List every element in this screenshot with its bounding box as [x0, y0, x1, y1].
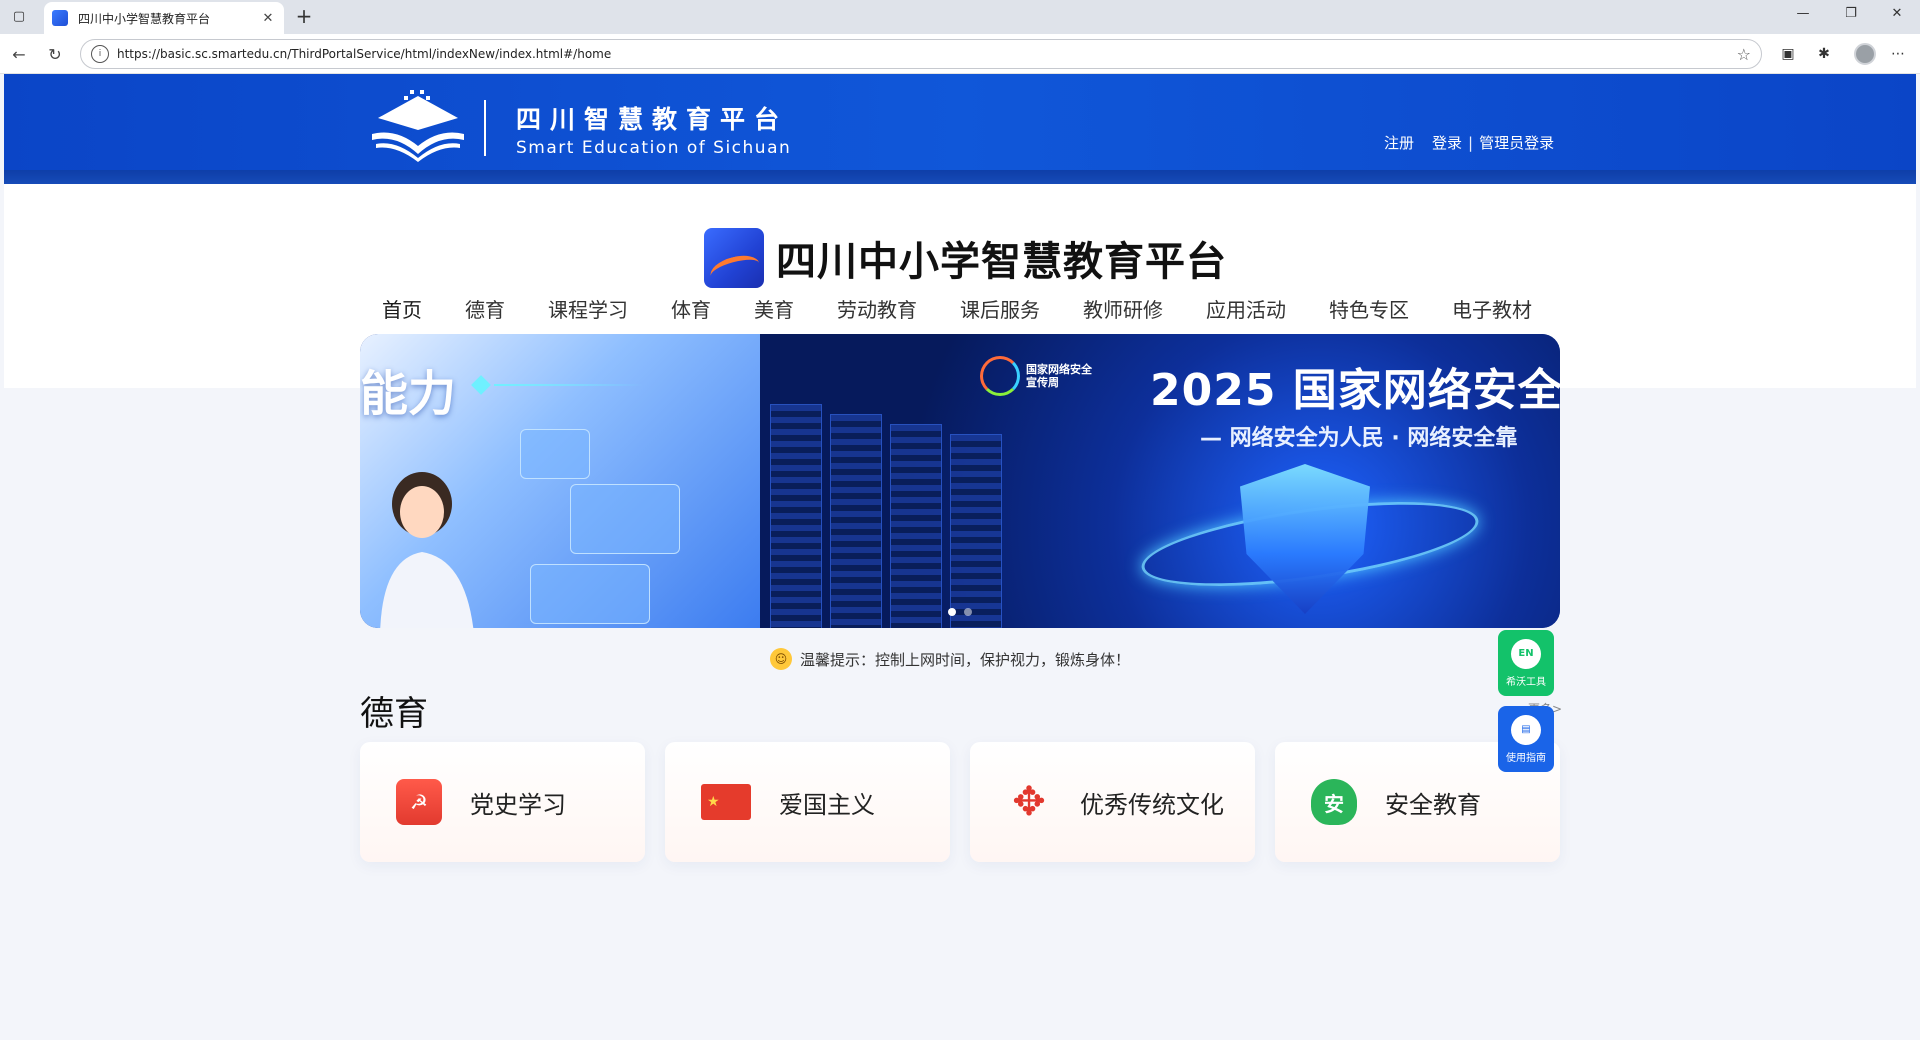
seewo-tool-button[interactable]: EN 希沃工具 [1498, 630, 1554, 696]
hologram-screen [520, 429, 590, 479]
logo-divider [484, 100, 486, 156]
browser-tab-bar: ▢ 四川中小学智慧教育平台 ✕ + — ❐ ✕ [0, 0, 1920, 34]
nav-sports[interactable]: 体育 [671, 284, 711, 333]
link-separator: | [1468, 133, 1474, 152]
banner-carousel[interactable]: 能力 国家网络安全 宣传周 2025 国家网络安全 — 网络安全为人民 · 网络… [360, 334, 1560, 628]
reload-icon[interactable]: ↻ [44, 43, 66, 65]
server-rack [890, 424, 942, 628]
nav-course-learning[interactable]: 课程学习 [548, 284, 628, 333]
section-title: 德育 [360, 694, 428, 734]
nav-moral-education[interactable]: 德育 [465, 284, 505, 333]
security-week-ring-icon [980, 356, 1020, 396]
logo-title-cn: 四川智慧教育平台 [516, 105, 789, 134]
nav-teacher-training[interactable]: 教师研修 [1083, 284, 1163, 333]
url-text: https://basic.sc.smartedu.cn/ThirdPortal… [117, 47, 612, 61]
main-nav: 首页 德育 课程学习 体育 美育 劳动教育 课后服务 教师研修 应用活动 特色专… [382, 284, 1575, 341]
nav-e-textbooks[interactable]: 电子教材 [1452, 284, 1532, 333]
card-party-history[interactable]: ☭ 党史学习 [360, 742, 645, 862]
nav-featured-zone[interactable]: 特色专区 [1329, 284, 1409, 333]
smiley-icon: ☺ [770, 648, 792, 670]
hologram-screen [570, 484, 680, 554]
extensions-icon[interactable]: ✱ [1814, 44, 1834, 64]
browser-tab[interactable]: 四川中小学智慧教育平台 ✕ [44, 2, 284, 34]
brand[interactable]: 四川中小学智慧教育平台 [704, 228, 1227, 288]
user-guide-label: 使用指南 [1506, 752, 1546, 764]
back-icon[interactable]: ← [8, 43, 30, 65]
card-label: 爱国主义 [779, 790, 875, 819]
close-tab-icon[interactable]: ✕ [260, 11, 276, 26]
menu-dots-icon[interactable]: ⋯ [1888, 44, 1908, 64]
carousel-indicators [360, 608, 1560, 616]
nav-home[interactable]: 首页 [382, 284, 422, 341]
tab-actions-icon[interactable]: ▢ [10, 8, 28, 24]
browser-toolbar: ← ↻ i https://basic.sc.smartedu.cn/Third… [0, 34, 1920, 74]
logo-title-en: Smart Education of Sichuan [516, 138, 792, 158]
banner-headline: 2025 国家网络安全 [1150, 365, 1560, 416]
bookmark-star-icon[interactable]: ☆ [1737, 45, 1751, 64]
card-label: 安全教育 [1385, 790, 1481, 819]
new-tab-button[interactable]: + [292, 6, 316, 26]
sichuan-education-logo-icon[interactable] [366, 90, 470, 162]
banner-line [494, 384, 644, 386]
register-link[interactable]: 注册 [1384, 132, 1414, 153]
collections-icon[interactable]: ▣ [1778, 44, 1798, 64]
card-label: 党史学习 [470, 790, 566, 819]
platform-logo-icon [704, 228, 764, 288]
party-book-icon: ☭ [396, 779, 442, 825]
security-week-text: 国家网络安全 宣传周 [1026, 363, 1092, 389]
account-links: 注册 登录 | 管理员登录 [1384, 132, 1554, 153]
server-rack [770, 404, 822, 628]
carousel-dot[interactable] [948, 608, 956, 616]
user-guide-button[interactable]: ▤ 使用指南 [1498, 706, 1554, 772]
tip-text: 温馨提示：控制上网时间，保护视力，锻炼身体！ [800, 650, 1131, 669]
en-badge-icon: EN [1511, 638, 1541, 669]
nav-arts[interactable]: 美育 [754, 284, 794, 333]
safety-shield-icon: 安 [1311, 779, 1357, 825]
tip-bar: ☺ 温馨提示：控制上网时间，保护视力，锻炼身体！ [770, 648, 1130, 670]
close-window-icon[interactable]: ✕ [1882, 6, 1912, 21]
header-stripe [4, 170, 1916, 184]
person-illustration-icon [380, 472, 474, 628]
site-info-icon[interactable]: i [91, 45, 109, 63]
banner-left-text: 能力 [360, 366, 457, 422]
diamond-icon [471, 375, 491, 395]
minimize-icon[interactable]: — [1788, 6, 1818, 21]
card-list: ☭ 党史学习 ★ 爱国主义 ✥ 优秀传统文化 安 安全教育 [360, 742, 1560, 862]
card-patriotism[interactable]: ★ 爱国主义 [665, 742, 950, 862]
tab-title: 四川中小学智慧教育平台 [78, 11, 211, 26]
restore-icon[interactable]: ❐ [1836, 6, 1866, 21]
server-rack [830, 414, 882, 628]
card-label: 优秀传统文化 [1080, 790, 1224, 819]
chinese-knot-icon: ✥ [1012, 779, 1046, 825]
nav-activities[interactable]: 应用活动 [1206, 284, 1286, 333]
site-header: 四川智慧教育平台 Smart Education of Sichuan 注册 登… [4, 74, 1916, 184]
nav-labor-education[interactable]: 劳动教育 [837, 284, 917, 333]
login-link[interactable]: 登录 [1432, 132, 1462, 153]
profile-avatar-icon[interactable] [1854, 43, 1876, 65]
china-flag-icon: ★ [701, 784, 751, 820]
admin-login-link[interactable]: 管理员登录 [1479, 132, 1554, 153]
site-favicon-icon [52, 10, 68, 26]
banner-subline: — 网络安全为人民 · 网络安全靠 [1200, 426, 1518, 451]
server-rack [950, 434, 1002, 628]
carousel-dot[interactable] [964, 608, 972, 616]
address-bar[interactable]: i https://basic.sc.smartedu.cn/ThirdPort… [80, 39, 1762, 69]
page: 四川智慧教育平台 Smart Education of Sichuan 注册 登… [4, 74, 1916, 1036]
guide-book-icon: ▤ [1511, 714, 1541, 745]
banner-slide-left: 能力 [360, 334, 760, 628]
seewo-tool-label: 希沃工具 [1506, 676, 1546, 688]
card-traditional-culture[interactable]: ✥ 优秀传统文化 [970, 742, 1255, 862]
brand-title: 四川中小学智慧教育平台 [776, 239, 1227, 285]
nav-after-school[interactable]: 课后服务 [960, 284, 1040, 333]
security-week-logo: 国家网络安全 宣传周 [980, 356, 1092, 396]
